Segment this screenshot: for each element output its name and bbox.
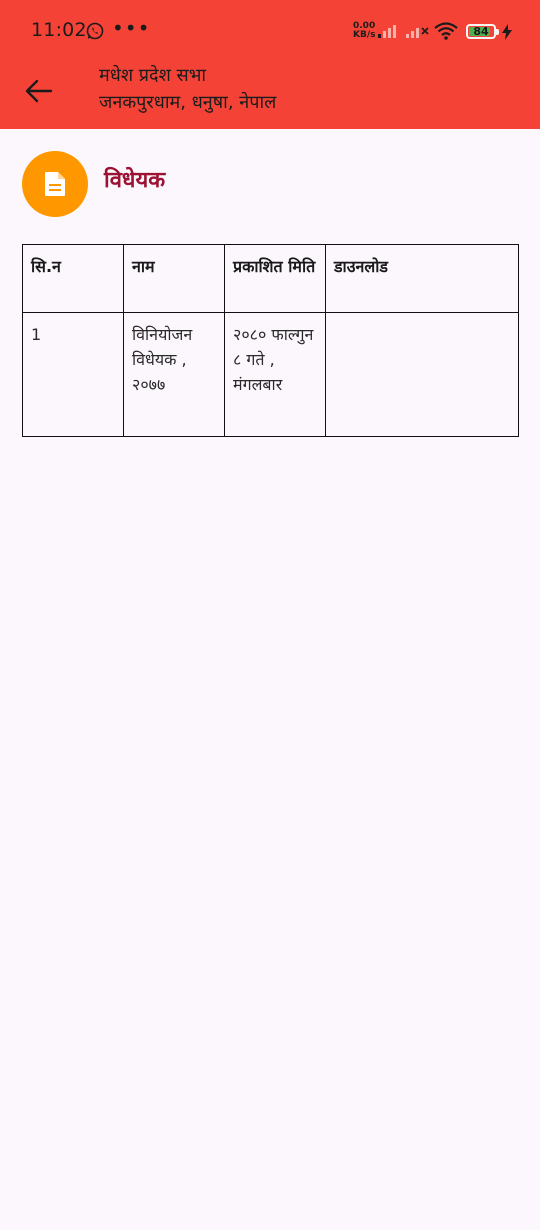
column-header-name: नाम [123,244,225,313]
whatsapp-icon [86,22,104,40]
column-header-download: डाउनलोड [325,244,519,313]
status-bar: 11:02 ••• 0.00 KB/s 84 [0,0,540,62]
back-button[interactable] [20,72,58,110]
page-title: मधेश प्रदेश सभा [99,65,207,86]
wifi-icon [434,22,458,40]
page-subtitle: जनकपुरधाम, धनुषा, नेपाल [99,92,277,113]
battery-tip [496,29,499,35]
document-icon [45,172,65,196]
network-speed: 0.00 KB/s [353,21,376,40]
status-time: 11:02 [31,19,87,41]
battery-icon: 84 [466,24,496,39]
cell-sn: 1 [22,312,124,437]
column-header-published-date: प्रकाशित मिति [224,244,326,313]
bills-table: सि.न नाम प्रकाशित मिति डाउनलोड 1 विनियोज… [22,244,519,437]
cell-name: विनियोजन विधेयक , २०७७ [123,312,225,437]
signal-off-icon [406,27,429,38]
signal-icon [378,25,396,38]
section-title: विधेयक [104,168,166,193]
table-row[interactable]: 1 विनियोजन विधेयक , २०७७ २०८० फाल्गुन ८ … [22,312,519,437]
table-header-row: सि.न नाम प्रकाशित मिति डाउनलोड [22,244,519,313]
arrow-left-icon [25,79,53,103]
cell-download[interactable] [325,312,519,437]
cell-published-date: २०८० फाल्गुन ८ गते , मंगलबार [224,312,326,437]
charging-bolt-icon [502,24,512,40]
column-header-sn: सि.न [22,244,124,313]
document-icon-badge [22,151,88,217]
app-header: 11:02 ••• 0.00 KB/s 84 मधेश प्रदेश सभा ज… [0,0,540,129]
more-dots-icon: ••• [112,16,151,40]
